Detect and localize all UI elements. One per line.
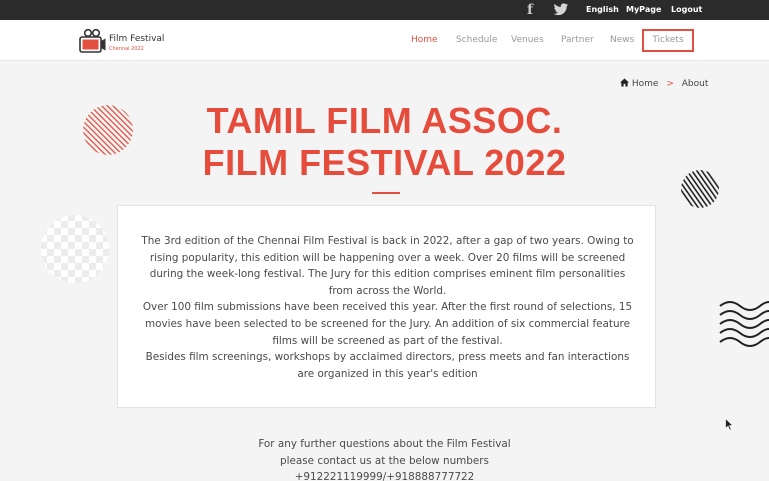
nav-home[interactable]: Home [411,29,438,51]
brand-subtitle: Chennai 2022 [109,46,144,52]
breadcrumb-home[interactable]: Home [632,79,659,89]
page-title: TAMIL FILM ASSOC. FILM FESTIVAL 2022 [0,100,769,184]
breadcrumb-current: About [681,79,709,89]
page-title-line1: TAMIL FILM ASSOC. [206,100,563,141]
about-paragraph-3: Besides film screenings, workshops by ac… [145,351,630,380]
language-link[interactable]: English [586,0,619,20]
mouse-cursor-icon [725,418,734,431]
about-card: The 3rd edition of the Chennai Film Fest… [117,205,656,408]
twitter-icon[interactable] [553,3,569,17]
nav-venues[interactable]: Venues [511,29,544,51]
top-bar: f English MyPage Logout [0,0,769,20]
logout-link[interactable]: Logout [671,0,702,20]
about-paragraph-2: Over 100 film submissions have been rece… [142,301,633,347]
breadcrumb: Home > About [620,77,708,91]
nav-partner[interactable]: Partner [561,29,594,51]
movie-camera-icon [79,28,106,53]
site-logo[interactable]: Film Festival Chennai 2022 [79,28,164,56]
nav-schedule[interactable]: Schedule [456,29,497,51]
breadcrumb-separator: > [666,79,674,89]
tickets-button[interactable]: Tickets [642,29,694,52]
facebook-icon[interactable]: f [524,2,536,18]
title-underline [372,192,400,194]
contact-section: For any further questions about the Film… [0,436,769,481]
site-header: Film Festival Chennai 2022 Home Schedule… [0,20,769,61]
brand-name: Film Festival [109,34,165,44]
contact-phone-numbers: +912221119999/+918888777722 [294,471,475,481]
contact-line-2: please contact us at the below numbers [280,454,489,467]
wavy-lines-decoration [719,301,769,347]
contact-line-1: For any further questions about the Film… [258,438,511,450]
page-title-line2: FILM FESTIVAL 2022 [202,142,567,183]
about-text: The 3rd edition of the Chennai Film Fest… [140,233,635,382]
about-paragraph-1: The 3rd edition of the Chennai Film Fest… [141,235,634,297]
nav-news[interactable]: News [610,29,634,51]
home-icon[interactable] [620,78,629,87]
checkered-circle-decoration [41,215,109,283]
mypage-link[interactable]: MyPage [626,0,661,20]
